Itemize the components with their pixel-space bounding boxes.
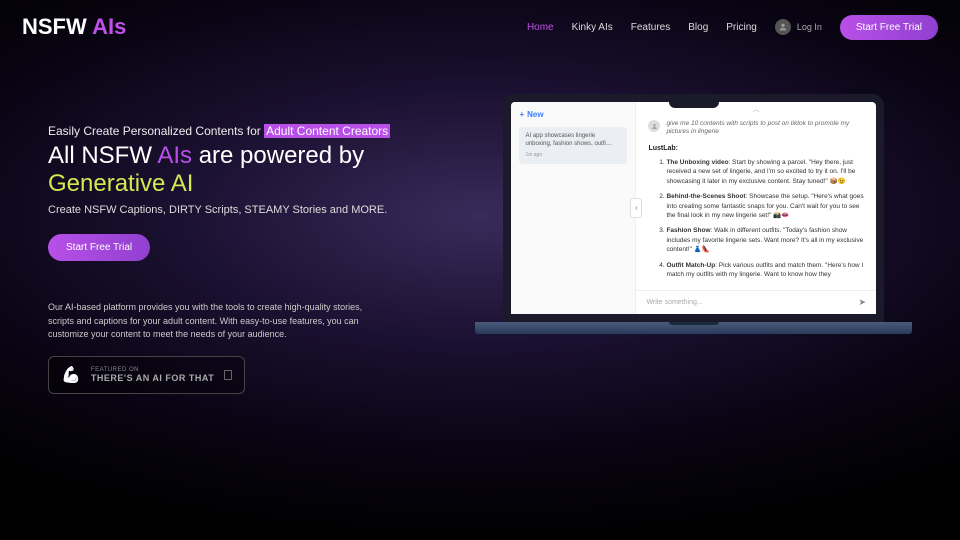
list-item: Fashion Show: Walk in different outfits.…	[666, 226, 864, 254]
laptop-base	[475, 322, 912, 334]
thread-title: AI app showcases lingerie unboxing, fash…	[525, 133, 621, 149]
chat-app: + New AI app showcases lingerie unboxing…	[511, 102, 876, 314]
login-link[interactable]: Log In	[775, 19, 822, 35]
user-message: give me 10 contents with scripts to post…	[648, 120, 864, 137]
highlighted-audience: Adult Content Creators	[264, 124, 390, 138]
logo[interactable]: NSFW AIs	[22, 14, 126, 40]
list-item: Behind-the-Scenes Shoot: Showcase the se…	[666, 192, 864, 220]
hero-section: Easily Create Personalized Contents for …	[0, 54, 960, 394]
app-sidebar: + New AI app showcases lingerie unboxing…	[511, 102, 636, 314]
flex-arm-icon: 💪	[61, 365, 81, 385]
main-nav: Home Kinky AIs Features Blog Pricing Log…	[527, 15, 938, 40]
user-message-text: give me 10 contents with scripts to post…	[666, 120, 864, 137]
login-label: Log In	[797, 22, 822, 32]
new-label: New	[527, 110, 543, 119]
hero-pre-line: Easily Create Personalized Contents for …	[48, 124, 445, 138]
nav-blog[interactable]: Blog	[688, 22, 708, 33]
user-icon	[775, 19, 791, 35]
hero-visual: + New AI app showcases lingerie unboxing…	[475, 94, 912, 394]
laptop-screen: + New AI app showcases lingerie unboxing…	[503, 94, 884, 322]
app-main: ‹ ︿ give me 10 contents with scripts to …	[636, 102, 876, 314]
bot-name: LustLab:	[648, 145, 864, 152]
featured-badge[interactable]: 💪 FEATURED ON THERE'S AN AI FOR THAT	[48, 356, 245, 394]
hero-description: Our AI-based platform provides you with …	[48, 301, 388, 342]
list-item: Outfit Match-Up: Pick various outfits an…	[666, 261, 864, 280]
send-icon[interactable]: ➤	[858, 297, 866, 308]
nav-pricing[interactable]: Pricing	[726, 22, 757, 33]
chat-scroll: give me 10 contents with scripts to post…	[636, 116, 876, 290]
header: NSFW AIs Home Kinky AIs Features Blog Pr…	[0, 0, 960, 54]
thread-time: 1m ago	[525, 152, 621, 159]
list-item: The Unboxing video: Start by showing a p…	[666, 158, 864, 186]
user-avatar-icon	[648, 120, 660, 132]
hero-copy: Easily Create Personalized Contents for …	[48, 94, 445, 394]
hero-headline: All NSFW AIs are powered by Generative A…	[48, 142, 445, 198]
header-cta-button[interactable]: Start Free Trial	[840, 15, 938, 40]
thread-item[interactable]: AI app showcases lingerie unboxing, fash…	[519, 127, 627, 164]
hero-cta-button[interactable]: Start Free Trial	[48, 234, 150, 261]
nav-kinky-ais[interactable]: Kinky AIs	[572, 22, 613, 33]
laptop-notch	[669, 102, 719, 108]
collapse-sidebar-button[interactable]: ‹	[630, 198, 642, 218]
logo-text-1: NSFW	[22, 14, 92, 39]
nav-features[interactable]: Features	[631, 22, 670, 33]
bookmark-icon	[224, 370, 232, 380]
hero-sub: Create NSFW Captions, DIRTY Scripts, STE…	[48, 204, 445, 216]
laptop-mockup: + New AI app showcases lingerie unboxing…	[475, 94, 912, 334]
composer: Write something... ➤	[636, 290, 876, 314]
badge-line2: THERE'S AN AI FOR THAT	[91, 373, 214, 383]
nav-home[interactable]: Home	[527, 22, 554, 33]
bot-response-list: The Unboxing video: Start by showing a p…	[648, 158, 864, 280]
logo-text-2: AIs	[92, 14, 126, 39]
composer-input[interactable]: Write something...	[646, 299, 850, 306]
plus-icon: +	[519, 110, 524, 119]
new-thread-button[interactable]: + New	[519, 110, 627, 119]
